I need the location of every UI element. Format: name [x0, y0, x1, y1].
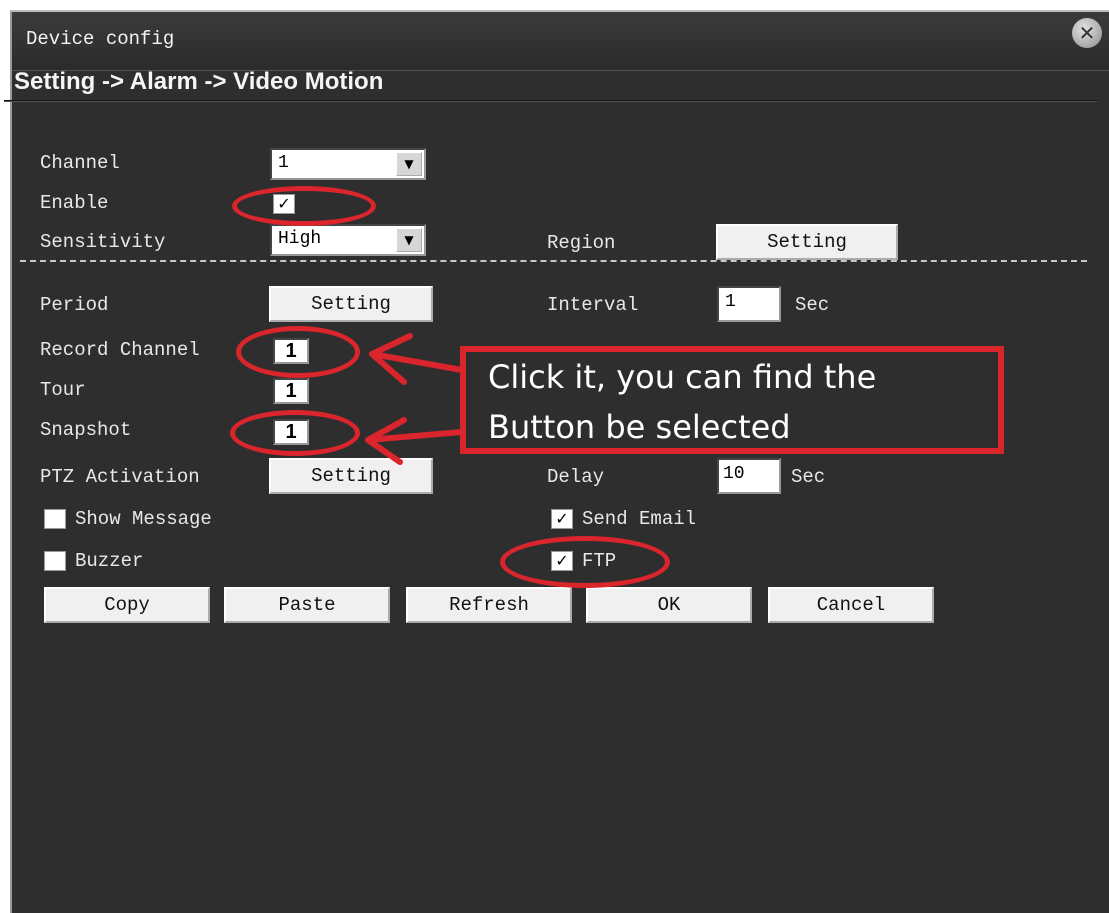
- annotation-callout: Click it, you can find the Button be sel…: [460, 346, 1004, 454]
- arrow-to-record-channel: [369, 333, 465, 385]
- arrow-to-snapshot: [365, 417, 465, 465]
- callout-line-1: Click it, you can find the: [488, 358, 877, 396]
- callout-line-2: Button be selected: [488, 408, 791, 446]
- annotation-arrows: [365, 333, 465, 465]
